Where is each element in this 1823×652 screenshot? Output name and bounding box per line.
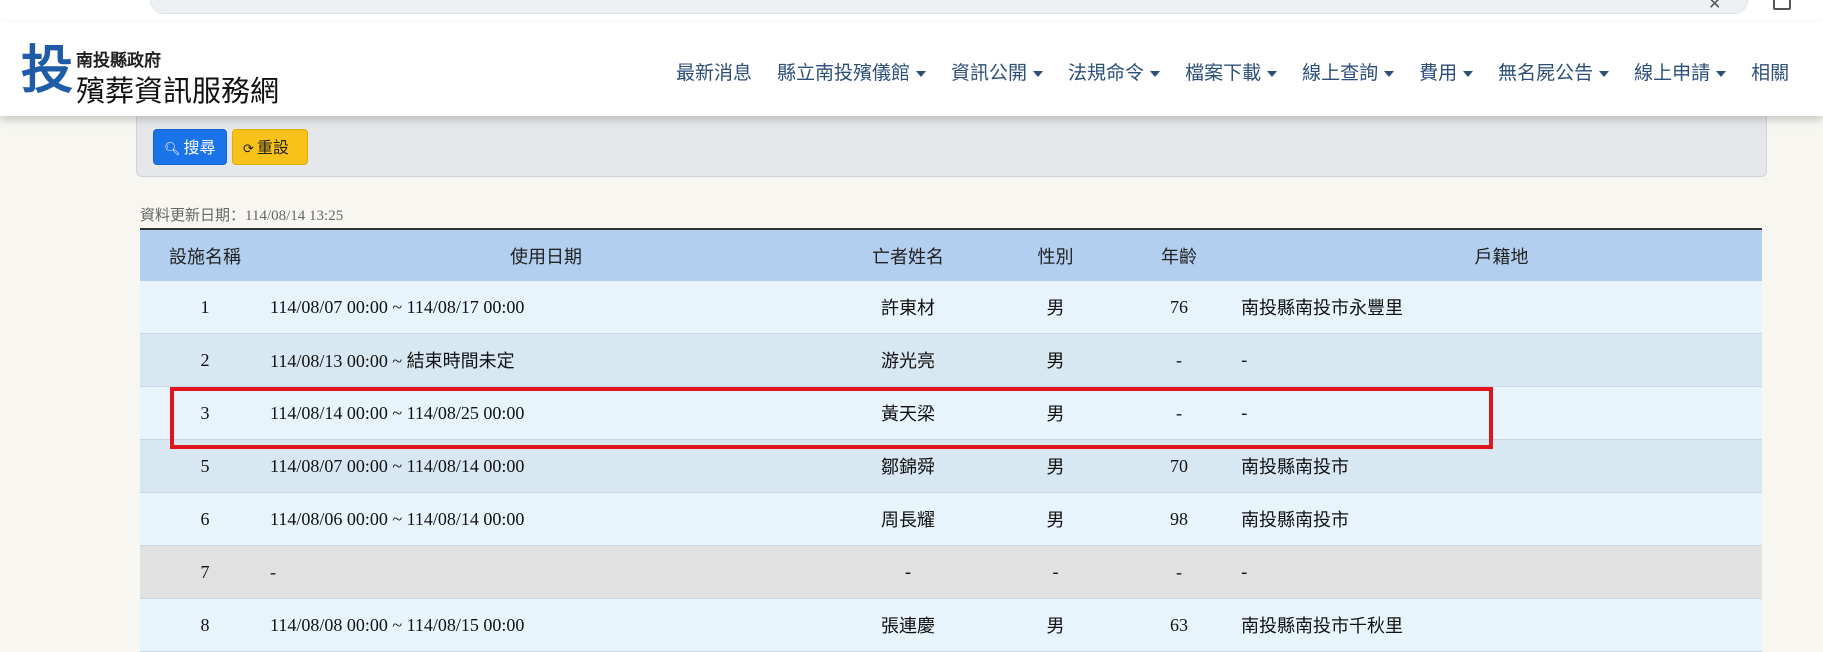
age-cell: 70 [1117, 439, 1241, 493]
address-cell: 南投縣南投市 [1241, 439, 1762, 493]
caret-down-icon [1599, 70, 1610, 77]
name-cell: 鄒錦舜 [822, 439, 994, 493]
date-cell: 114/08/07 00:00 ~ 114/08/17 00:00 [270, 281, 822, 334]
nav-item-unclaimed-notice[interactable]: 無名屍公告 [1498, 58, 1610, 88]
facility-cell: 3 [140, 386, 270, 440]
caret-down-icon [1716, 70, 1727, 77]
table-row: 1 114/08/07 00:00 ~ 114/08/17 00:00 許東材 … [140, 281, 1762, 334]
gender-cell: 男 [994, 492, 1117, 546]
address-cell: - [1241, 386, 1762, 440]
search-icon: 🔍︎ [164, 142, 181, 157]
date-cell: 114/08/08 00:00 ~ 114/08/15 00:00 [270, 598, 822, 652]
nav-item-downloads[interactable]: 檔案下載 [1185, 58, 1278, 88]
col-header-name[interactable]: 亡者姓名 [822, 229, 994, 281]
caret-down-icon [1150, 70, 1161, 77]
table-header-row: 設施名稱 使用日期 亡者姓名 性別 年齡 戶籍地 [140, 229, 1762, 281]
date-end-note: 結束時間未定 [406, 351, 515, 372]
col-header-date[interactable]: 使用日期 [270, 229, 822, 281]
col-header-address[interactable]: 戶籍地 [1241, 229, 1762, 281]
caret-down-icon [916, 70, 927, 77]
address-cell: 南投縣南投市千秋里 [1241, 598, 1762, 652]
facility-cell: 1 [140, 281, 270, 334]
caret-down-icon [1463, 70, 1474, 77]
name-cell: 游光亮 [822, 333, 994, 387]
reset-button[interactable]: ⟳ 重設 [232, 129, 308, 165]
date-cell: 114/08/06 00:00 ~ 114/08/14 00:00 [270, 492, 822, 546]
gender-cell: 男 [994, 439, 1117, 493]
date-cell: 114/08/14 00:00 ~ 114/08/25 00:00 [270, 386, 822, 440]
nav-item-online-apply[interactable]: 線上申請 [1634, 58, 1727, 88]
gender-cell: 男 [994, 386, 1117, 440]
gender-cell: 男 [994, 281, 1117, 334]
age-cell: - [1117, 333, 1241, 387]
search-button[interactable]: 🔍︎ 搜尋 [153, 129, 227, 165]
update-date: 資料更新日期：114/08/14 13:25 [140, 208, 344, 224]
site-name[interactable]: 殯葬資訊服務網 [76, 68, 279, 110]
logo-icon[interactable]: 投 [18, 44, 76, 98]
table-row: 2 114/08/13 00:00 ~ 結束時間未定 游光亮 男 - - [140, 333, 1762, 387]
col-header-age[interactable]: 年齡 [1117, 229, 1241, 281]
col-header-gender[interactable]: 性別 [994, 229, 1117, 281]
main-nav: 最新消息 縣立南投殯儀館 資訊公開 法規命令 檔案下載 線上查詢 費用 無名屍公… [676, 58, 1814, 88]
facility-usage-table: 設施名稱 使用日期 亡者姓名 性別 年齡 戶籍地 1 114/08/07 00:… [140, 228, 1762, 652]
nav-item-regulations[interactable]: 法規命令 [1068, 58, 1161, 88]
date-start: 114/08/13 00:00 ~ [270, 351, 407, 371]
facility-cell: 5 [140, 439, 270, 493]
age-cell: - [1117, 545, 1241, 599]
table-row-highlighted: 3 114/08/14 00:00 ~ 114/08/25 00:00 黃天梁 … [140, 386, 1762, 440]
name-cell: 黃天梁 [822, 386, 994, 440]
date-cell: 114/08/13 00:00 ~ 結束時間未定 [270, 333, 822, 387]
name-cell: 張連慶 [822, 598, 994, 652]
name-cell: - [822, 545, 994, 599]
nav-item-fees[interactable]: 費用 [1419, 58, 1474, 88]
age-cell: 98 [1117, 492, 1241, 546]
gender-cell: - [994, 545, 1117, 599]
window-icon[interactable] [1773, 0, 1791, 10]
caret-down-icon [1033, 70, 1044, 77]
table-row: 8 114/08/08 00:00 ~ 114/08/15 00:00 張連慶 … [140, 598, 1762, 652]
facility-cell: 7 [140, 545, 270, 599]
gender-cell: 男 [994, 333, 1117, 387]
address-bar[interactable] [150, 0, 1748, 14]
age-cell: 76 [1117, 281, 1241, 334]
reset-icon: ⟳ [243, 142, 254, 157]
name-cell: 許東材 [822, 281, 994, 334]
age-cell: - [1117, 386, 1241, 440]
col-header-facility[interactable]: 設施名稱 [140, 229, 270, 281]
address-cell: - [1241, 333, 1762, 387]
table-row: 6 114/08/06 00:00 ~ 114/08/14 00:00 周長耀 … [140, 492, 1762, 546]
age-cell: 63 [1117, 598, 1241, 652]
nav-item-online-query[interactable]: 線上查詢 [1302, 58, 1395, 88]
facility-cell: 2 [140, 333, 270, 387]
nav-item-related[interactable]: 相關 [1751, 58, 1789, 88]
nav-item-funeral-home[interactable]: 縣立南投殯儀館 [777, 58, 927, 88]
date-cell: 114/08/07 00:00 ~ 114/08/14 00:00 [270, 439, 822, 493]
caret-down-icon [1384, 70, 1395, 77]
address-cell: 南投縣南投市 [1241, 492, 1762, 546]
date-cell: - [270, 545, 822, 599]
browser-address-strip: ✕ [0, 0, 1823, 22]
close-icon[interactable]: ✕ [1708, 0, 1721, 13]
table-row: 7 - - - - - [140, 545, 1762, 599]
caret-down-icon [1267, 70, 1278, 77]
nav-item-news[interactable]: 最新消息 [676, 58, 752, 88]
site-header: 投 南投縣政府 殯葬資訊服務網 最新消息 縣立南投殯儀館 資訊公開 法規命令 檔… [0, 22, 1823, 116]
facility-cell: 8 [140, 598, 270, 652]
address-cell: 南投縣南投市永豐里 [1241, 281, 1762, 334]
table-row: 5 114/08/07 00:00 ~ 114/08/14 00:00 鄒錦舜 … [140, 439, 1762, 493]
facility-cell: 6 [140, 492, 270, 546]
address-cell: - [1241, 545, 1762, 599]
gender-cell: 男 [994, 598, 1117, 652]
nav-item-info-disclosure[interactable]: 資訊公開 [951, 58, 1044, 88]
name-cell: 周長耀 [822, 492, 994, 546]
